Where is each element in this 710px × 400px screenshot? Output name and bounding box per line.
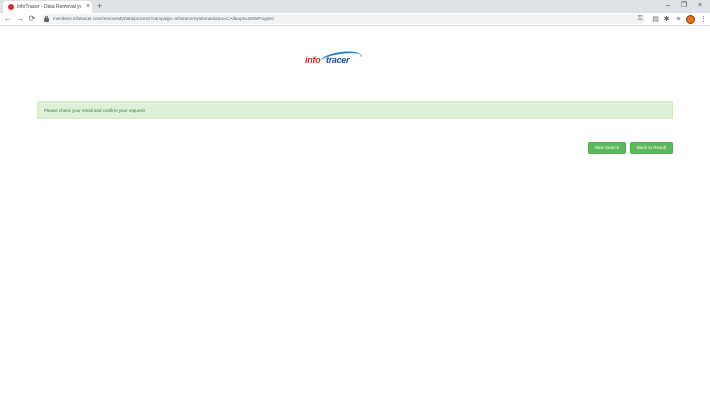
favicon-icon: [8, 4, 14, 10]
browser-tab[interactable]: InfoTracer - Data Removal your... ×: [3, 1, 92, 13]
new-tab-button[interactable]: +: [95, 1, 104, 11]
forward-button[interactable]: →: [15, 14, 25, 24]
lock-icon[interactable]: [44, 16, 49, 22]
back-button[interactable]: ←: [3, 14, 13, 24]
close-window-button[interactable]: ×: [694, 1, 706, 11]
success-alert: Please check your email and confirm your…: [37, 101, 673, 119]
logo-trademark: ®: [360, 54, 363, 58]
tab-title: InfoTracer - Data Removal your...: [17, 4, 81, 10]
reload-button[interactable]: ⟳: [27, 14, 37, 24]
infotracer-logo[interactable]: info tracer ®: [305, 49, 365, 70]
profile-avatar[interactable]: [686, 15, 695, 24]
new-search-button[interactable]: New Search: [588, 142, 626, 154]
menu-icon[interactable]: ⋮: [699, 15, 708, 24]
extensions-icon[interactable]: ✱: [662, 15, 671, 24]
maximize-button[interactable]: ❐: [678, 1, 690, 11]
tab-close-icon[interactable]: ×: [84, 2, 92, 11]
key-icon[interactable]: ⚿: [636, 15, 644, 23]
logo-text-info: info: [305, 55, 321, 65]
browser-tab-strip: InfoTracer - Data Removal your... × + – …: [0, 0, 710, 13]
back-to-result-button[interactable]: Back to Result: [630, 142, 673, 154]
alert-message: Please check your email and confirm your…: [44, 108, 146, 113]
address-bar[interactable]: members.infotracer.com/removeMyData/proc…: [40, 14, 645, 24]
minimize-button[interactable]: –: [662, 1, 674, 11]
media-icon[interactable]: ≡: [674, 15, 683, 24]
page-icon[interactable]: ▤: [651, 15, 660, 24]
browser-toolbar: ← → ⟳ members.infotracer.com/removeMyDat…: [0, 13, 710, 26]
url-text[interactable]: members.infotracer.com/removeMyData/proc…: [53, 15, 473, 23]
logo-text-tracer: tracer: [326, 55, 350, 65]
